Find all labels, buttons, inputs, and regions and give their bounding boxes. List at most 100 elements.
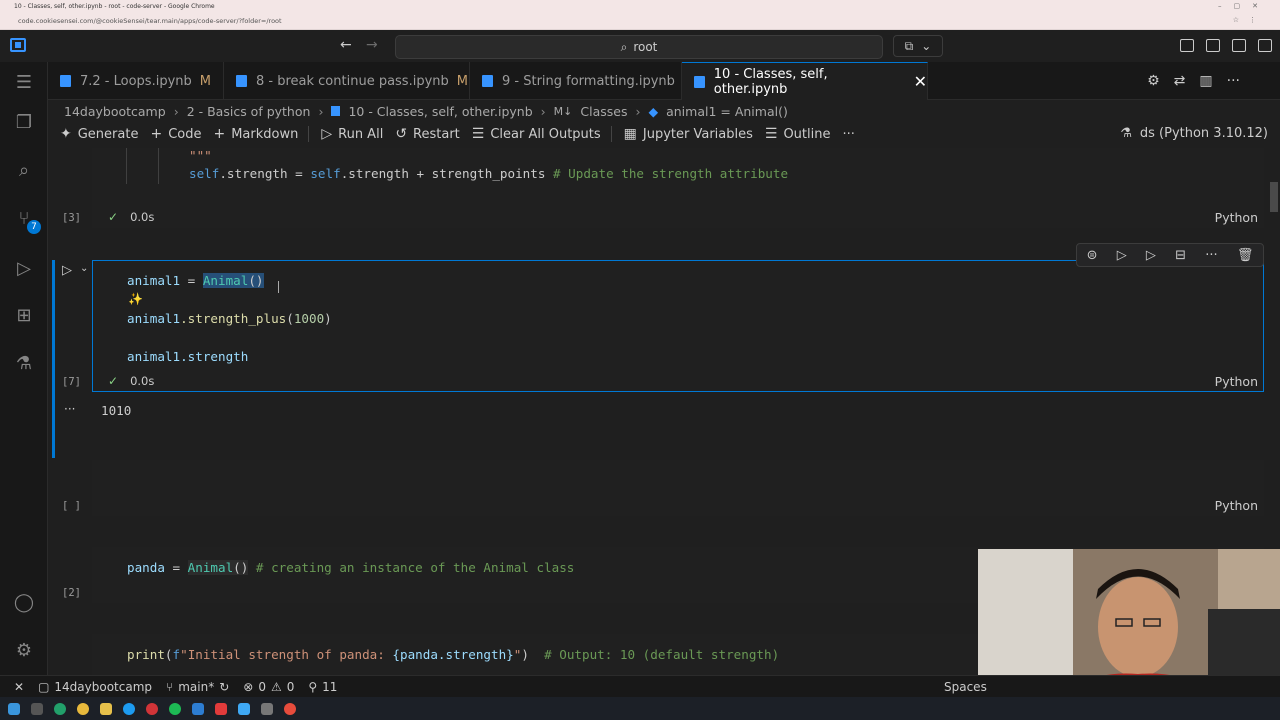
split-cell-icon[interactable]: ⊟ — [1175, 248, 1186, 263]
breadcrumb-item[interactable]: 2 - Basics of python — [187, 104, 311, 119]
execute-above-icon[interactable]: ⊜ — [1087, 248, 1098, 263]
jupyter-variables-button[interactable]: ▦ Jupyter Variables — [624, 126, 753, 142]
indentation-indicator[interactable]: Spaces — [944, 680, 987, 694]
clear-all-outputs-button[interactable]: ☰ Clear All Outputs — [472, 126, 601, 142]
output-more-icon[interactable]: ··· — [64, 402, 75, 416]
close-icon[interactable]: ✕ — [914, 72, 927, 91]
edge-icon[interactable] — [123, 702, 135, 715]
cell-toolbar: ⊜ ▷ ▷ ⊟ ··· 🗑 — [1076, 243, 1264, 267]
generate-button[interactable]: ✦ Generate — [60, 126, 138, 142]
ports-indicator[interactable]: ⚲ 11 — [308, 680, 337, 694]
tab-break-continue-pass[interactable]: 8 - break continue pass.ipynb M — [224, 62, 470, 100]
cell-language[interactable]: Python — [1215, 210, 1258, 225]
delete-icon[interactable]: 🗑 — [1237, 248, 1254, 263]
spaces-label: Spaces — [944, 679, 987, 694]
windows-start-icon[interactable] — [8, 702, 20, 715]
explorer-icon[interactable]: ❐ — [12, 110, 36, 134]
notebook-file-icon — [236, 75, 247, 87]
back-arrow-icon[interactable]: ← — [340, 37, 352, 53]
chevron-right-icon: › — [635, 103, 641, 119]
problems-indicator[interactable]: ⊗ 0 ⚠ 0 — [243, 680, 294, 694]
more-label: ··· — [842, 126, 855, 142]
run-above-icon[interactable]: ▷ — [1117, 248, 1127, 263]
code-token: ) — [324, 311, 332, 326]
run-below-icon[interactable]: ▷ — [1146, 248, 1156, 263]
command-center-search[interactable]: ⌕ root — [395, 35, 883, 59]
toggle-secondary-sidebar-icon[interactable] — [1258, 39, 1272, 52]
tab-classes-self-other[interactable]: 10 - Classes, self, other.ipynb ✕ — [682, 62, 928, 100]
run-cell-icon[interactable]: ▷ — [62, 263, 72, 278]
error-count: 0 — [258, 679, 266, 694]
code-token: {panda.strength} — [392, 647, 514, 662]
search-icon[interactable]: ⌕ — [12, 158, 36, 182]
run-all-button[interactable]: ▷ Run All — [321, 126, 383, 142]
extensions-icon[interactable]: ⊞ — [12, 303, 36, 327]
empty-code-cell[interactable] — [92, 460, 1264, 516]
branch-indicator[interactable]: ⑂ main* ↻ — [166, 680, 229, 694]
run-all-label: Run All — [338, 126, 384, 142]
breadcrumb-item[interactable]: Classes — [580, 104, 627, 119]
toggle-primary-sidebar-icon[interactable] — [1206, 39, 1220, 52]
browser-address-bar[interactable]: code.cookiesensei.com/@cookieSensei/tear… — [0, 12, 1280, 30]
cell-language[interactable]: Python — [1215, 374, 1258, 389]
app-icon[interactable] — [261, 702, 273, 715]
more-toolbar-button[interactable]: ··· — [842, 127, 854, 142]
add-code-cell-button[interactable]: + Code — [150, 126, 201, 142]
window-controls[interactable]: –▢✕ — [1218, 2, 1270, 10]
more-actions-icon[interactable]: ··· — [1227, 73, 1240, 89]
app-icon[interactable] — [284, 702, 296, 715]
tab-label: 7.2 - Loops.ipynb — [80, 73, 192, 89]
task-view-icon[interactable] — [31, 702, 43, 715]
code-token: = — [164, 560, 188, 575]
app-icon[interactable] — [146, 702, 158, 715]
search-icon: ⌕ — [620, 39, 628, 54]
copilot-button[interactable]: ⧉ ⌄ — [893, 35, 943, 57]
app-icon[interactable] — [215, 702, 227, 715]
kernel-picker[interactable]: ⚗ ds (Python 3.10.12) — [1120, 126, 1268, 141]
tab-string-formatting[interactable]: 9 - String formatting.ipynb — [470, 62, 682, 100]
settings-gear-icon[interactable]: ⚙ — [1147, 73, 1160, 89]
code-comment: # Update the strength attribute — [553, 166, 789, 181]
customize-layout-icon[interactable] — [1180, 39, 1194, 52]
browser-url[interactable]: code.cookiesensei.com/@cookieSensei/tear… — [18, 17, 282, 25]
execution-time: 0.0s — [130, 374, 155, 388]
cell-language[interactable]: Python — [1215, 498, 1258, 513]
more-actions-icon[interactable]: ··· — [1205, 248, 1217, 263]
sparkle-icon[interactable]: ✨ — [128, 292, 143, 306]
vertical-scrollbar[interactable] — [1270, 182, 1278, 212]
toggle-panel-icon[interactable] — [1232, 39, 1246, 52]
account-icon[interactable]: ◯ — [12, 590, 36, 614]
workspace-indicator[interactable]: ▢ 14daybootcamp — [38, 680, 152, 694]
compare-icon[interactable]: ⇄ — [1174, 73, 1186, 89]
notebook-file-icon — [694, 75, 705, 88]
tab-loops[interactable]: 7.2 - Loops.ipynb M — [48, 62, 224, 100]
settings-gear-icon[interactable]: ⚙ — [12, 638, 36, 662]
spotify-icon[interactable] — [169, 702, 181, 715]
remote-indicator[interactable]: ✕ — [14, 680, 24, 694]
hamburger-menu-icon[interactable]: ☰ — [12, 70, 36, 94]
run-debug-icon[interactable]: ▷ — [12, 256, 36, 280]
app-icon[interactable] — [192, 702, 204, 715]
app-icon[interactable] — [238, 702, 250, 715]
chevron-down-icon[interactable]: ⌄ — [80, 263, 88, 274]
add-markdown-cell-button[interactable]: + Markdown — [213, 126, 298, 142]
breadcrumb-item[interactable]: animal1 = Animal() — [666, 104, 788, 119]
outline-button[interactable]: ☰ Outline — [765, 126, 831, 142]
repo-icon: ▢ — [38, 679, 50, 694]
breadcrumb-item[interactable]: 14daybootcamp — [64, 104, 166, 119]
split-editor-icon[interactable]: ▥ — [1199, 73, 1212, 89]
browser-toolbar-icons[interactable]: ☆⋮ — [1233, 16, 1266, 24]
breadcrumb-item[interactable]: 10 - Classes, self, other.ipynb — [348, 104, 532, 119]
forward-arrow-icon[interactable]: → — [366, 37, 378, 53]
chrome-icon[interactable] — [77, 702, 89, 715]
code-comment: # Output: 10 (default strength) — [528, 647, 780, 662]
restart-button[interactable]: ↺ Restart — [395, 126, 459, 142]
code-cell-3[interactable] — [92, 148, 1264, 228]
python-icon: ◆ — [648, 103, 659, 119]
app-icon[interactable] — [54, 702, 66, 715]
menu-icon[interactable] — [10, 38, 26, 52]
file-explorer-icon[interactable] — [100, 702, 112, 715]
testing-icon[interactable]: ⚗ — [12, 351, 36, 375]
code-line: print(f"Initial strength of panda: {pand… — [127, 647, 779, 662]
breadcrumb: 14daybootcamp › 2 - Basics of python › 1… — [64, 101, 788, 121]
